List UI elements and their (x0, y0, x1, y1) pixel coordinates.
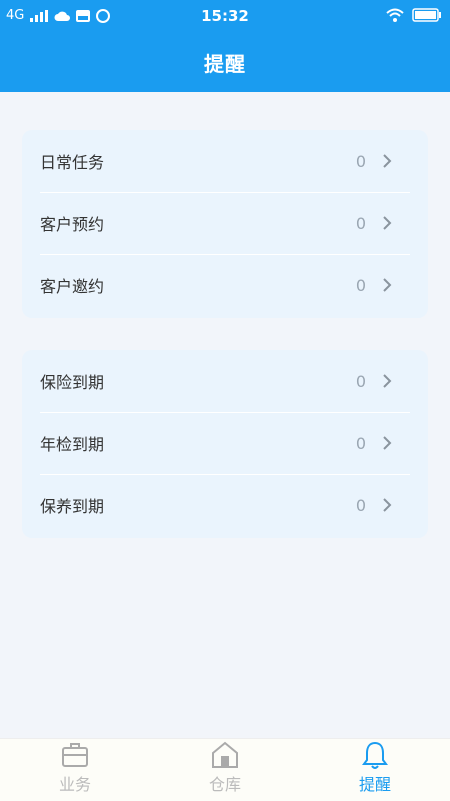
chevron-right-icon (383, 374, 392, 388)
reminder-item-daily-task[interactable]: 日常任务 0 (22, 130, 428, 192)
tab-reminder[interactable]: 提醒 (300, 739, 450, 801)
item-label: 客户预约 (40, 215, 105, 234)
reminder-group-customer: 日常任务 0 客户预约 0 客户邀约 0 (22, 130, 428, 318)
item-label: 保养到期 (40, 497, 105, 516)
reminder-item-customer-invitation[interactable]: 客户邀约 0 (22, 254, 428, 316)
battery-icon (412, 8, 441, 22)
tab-business[interactable]: 业务 (0, 739, 150, 801)
reminder-group-vehicle: 保险到期 0 年检到期 0 保养到期 0 (22, 350, 428, 538)
warehouse-icon (212, 741, 238, 768)
app-header: 4G 15:32 提醒 (0, 0, 450, 92)
item-count: 0 (355, 495, 366, 515)
reminder-item-customer-appointment[interactable]: 客户预约 0 (22, 192, 428, 254)
tab-label: 提醒 (358, 775, 391, 794)
status-bar: 4G 15:32 (0, 0, 450, 32)
item-label: 保险到期 (40, 373, 105, 392)
bell-icon (362, 741, 388, 769)
page-title: 提醒 (204, 52, 246, 76)
bottom-tab-bar: 业务 仓库 提醒 (0, 738, 450, 801)
clock: 15:32 (201, 7, 249, 25)
item-label: 日常任务 (40, 153, 105, 172)
item-count: 0 (355, 213, 366, 233)
tab-label: 业务 (58, 775, 91, 794)
wifi-icon (386, 8, 404, 22)
item-count: 0 (355, 275, 366, 295)
chevron-right-icon (383, 154, 392, 168)
tab-warehouse[interactable]: 仓库 (150, 739, 300, 801)
item-count: 0 (355, 433, 366, 453)
chevron-right-icon (383, 278, 392, 292)
reminder-item-insurance-expiry[interactable]: 保险到期 0 (22, 350, 428, 412)
tab-label: 仓库 (208, 775, 241, 794)
chevron-right-icon (383, 436, 392, 450)
reminder-item-maintenance-expiry[interactable]: 保养到期 0 (22, 474, 428, 536)
item-count: 0 (355, 371, 366, 391)
briefcase-icon (62, 743, 88, 767)
reminder-item-inspection-expiry[interactable]: 年检到期 0 (22, 412, 428, 474)
item-label: 年检到期 (40, 435, 105, 454)
chevron-right-icon (383, 216, 392, 230)
chevron-right-icon (383, 498, 392, 512)
item-label: 客户邀约 (40, 277, 105, 296)
item-count: 0 (355, 151, 366, 171)
